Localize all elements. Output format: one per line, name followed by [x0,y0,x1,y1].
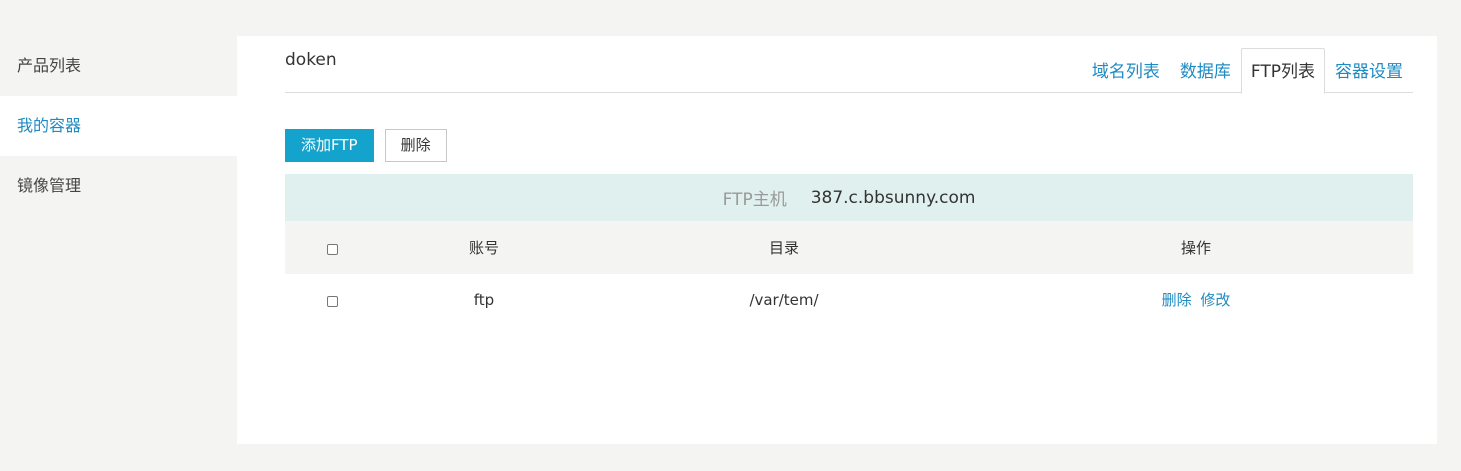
main-panel: 域名列表 数据库 FTP列表 容器设置 doken 添加FTP 删除 FTP主机… [237,36,1437,444]
row-edit-link[interactable]: 修改 [1200,291,1230,309]
table-row: ftp /var/tem/ 删除 修改 [285,274,1413,325]
sidebar-item-my-containers[interactable]: 我的容器 [0,96,237,156]
tab-database[interactable]: 数据库 [1170,48,1241,93]
cell-operations: 删除 修改 [979,289,1413,310]
ftp-host-bar: FTP主机 387.c.bbsunny.com [285,174,1413,221]
tab-domains[interactable]: 域名列表 [1082,48,1170,93]
column-header-operations: 操作 [1180,239,1211,257]
sidebar: 产品列表 我的容器 镜像管理 [0,36,237,216]
row-delete-link[interactable]: 删除 [1162,291,1192,309]
ftp-host-value: 387.c.bbsunny.com [810,187,976,208]
sidebar-item-image-management[interactable]: 镜像管理 [0,156,237,216]
container-title: doken [285,50,337,70]
cell-directory: /var/tem/ [749,290,819,309]
ftp-host-label: FTP主机 [722,190,787,210]
tab-bar: 域名列表 数据库 FTP列表 容器设置 [285,48,1413,94]
add-ftp-button[interactable]: 添加FTP [285,129,374,162]
sidebar-item-products[interactable]: 产品列表 [0,36,237,96]
column-header-account: 账号 [468,239,499,257]
ftp-table: 账号 目录 操作 ftp /var/tem/ 删除 修改 [285,221,1413,325]
delete-button[interactable]: 删除 [384,129,447,162]
table-header-row: 账号 目录 操作 [285,221,1413,274]
cell-account: ftp [473,290,495,309]
tab-ftp[interactable]: FTP列表 [1240,48,1325,94]
toolbar: 添加FTP 删除 [285,129,447,162]
select-all-checkbox[interactable] [326,244,338,255]
row-checkbox[interactable] [326,296,338,307]
column-header-directory: 目录 [768,239,799,257]
tab-container-settings[interactable]: 容器设置 [1325,48,1413,93]
